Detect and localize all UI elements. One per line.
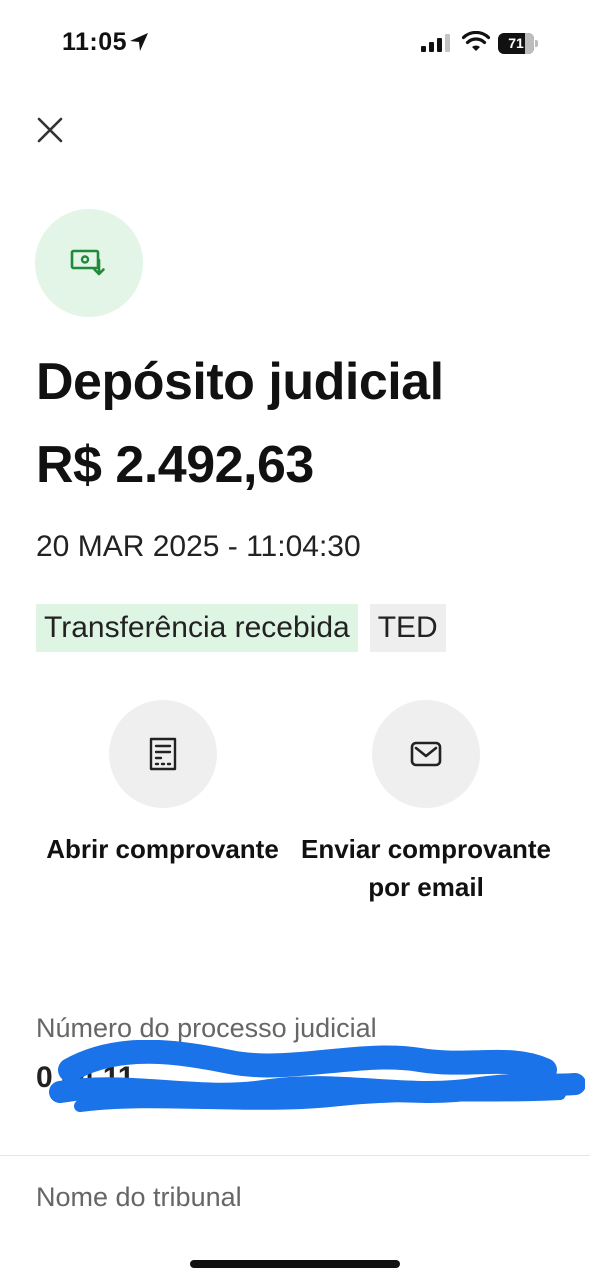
tag-list: Transferência recebida TED [36,604,446,652]
battery-level: 71 [508,35,524,51]
open-receipt-button[interactable]: Abrir comprovante [30,700,295,868]
status-time: 11:05 [62,28,128,56]
deposit-icon-badge [35,209,143,317]
open-receipt-circle[interactable] [108,700,217,808]
status-badge: Transferência recebida [36,604,358,652]
open-receipt-label: Abrir comprovante [46,834,279,864]
type-badge: TED [369,604,446,652]
close-button[interactable] [30,110,70,150]
wifi-icon [461,30,491,58]
court-name-label: Nome do tribunal [36,1182,242,1212]
location-arrow-icon [128,31,150,58]
transaction-datetime: 20 MAR 2025 - 11:04:30 [36,530,361,563]
email-receipt-label: Enviar comprovante por email [301,834,551,902]
page-title: Depósito judicial [36,353,444,411]
email-receipt-button[interactable]: Enviar comprovante por email [300,700,552,906]
cellular-signal-icon [421,34,451,57]
receipt-icon [149,737,176,771]
money-download-icon [70,249,105,276]
redaction-scribble [49,1040,585,1112]
battery-icon: 71 [498,33,538,54]
divider [0,1155,590,1156]
amount: R$ 2.492,63 [36,436,314,494]
status-bar: 11:05 71 [0,0,590,88]
close-icon [37,117,63,143]
home-indicator[interactable] [190,1260,400,1268]
email-receipt-circle[interactable] [372,700,480,808]
envelope-icon [410,741,442,767]
